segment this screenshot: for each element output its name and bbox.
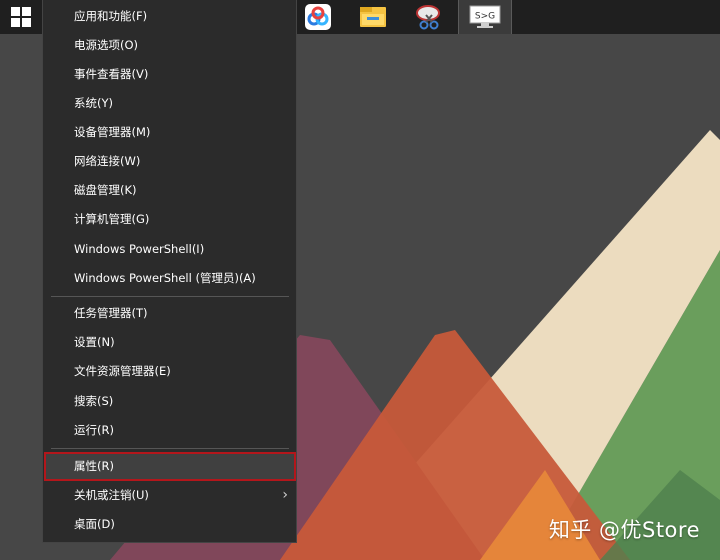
baidu-netdisk-icon bbox=[305, 4, 331, 30]
menu-item-run[interactable]: 运行(R) bbox=[44, 416, 296, 445]
taskbar-app-monitor-switch[interactable]: S>G bbox=[458, 0, 512, 34]
menu-item-device-manager[interactable]: 设备管理器(M) bbox=[44, 118, 296, 147]
snipping-tool-icon bbox=[416, 5, 440, 30]
file-explorer-icon bbox=[360, 7, 386, 27]
menu-item-shutdown-signout[interactable]: 关机或注销(U) › bbox=[44, 481, 296, 510]
watermark-text: 知乎 @优Store bbox=[548, 518, 700, 542]
start-button[interactable] bbox=[0, 0, 42, 34]
menu-item-desktop[interactable]: 桌面(D) bbox=[44, 510, 296, 539]
menu-item-computer-management[interactable]: 计算机管理(G) bbox=[44, 205, 296, 234]
menu-separator bbox=[51, 448, 289, 449]
menu-item-apps-and-features[interactable]: 应用和功能(F) bbox=[44, 2, 296, 31]
monitor-switch-icon: S>G bbox=[469, 5, 501, 28]
menu-item-search[interactable]: 搜索(S) bbox=[44, 387, 296, 416]
menu-item-properties[interactable]: 属性(R) bbox=[44, 452, 296, 481]
windows-logo-icon bbox=[11, 7, 31, 27]
menu-item-power-options[interactable]: 电源选项(O) bbox=[44, 31, 296, 60]
taskbar-app-snipping-tool[interactable] bbox=[403, 0, 455, 34]
menu-item-powershell[interactable]: Windows PowerShell(I) bbox=[44, 235, 296, 264]
menu-item-file-explorer[interactable]: 文件资源管理器(E) bbox=[44, 357, 296, 386]
menu-item-shutdown-label: 关机或注销(U) bbox=[74, 488, 149, 502]
taskbar-app-baidu-netdisk[interactable] bbox=[292, 0, 344, 34]
menu-item-network-connections[interactable]: 网络连接(W) bbox=[44, 147, 296, 176]
menu-item-event-viewer[interactable]: 事件查看器(V) bbox=[44, 60, 296, 89]
chevron-right-icon: › bbox=[282, 487, 288, 503]
menu-item-disk-management[interactable]: 磁盘管理(K) bbox=[44, 176, 296, 205]
taskbar-app-file-explorer[interactable] bbox=[347, 0, 399, 34]
quick-link-menu: 应用和功能(F) 电源选项(O) 事件查看器(V) 系统(Y) 设备管理器(M)… bbox=[42, 0, 297, 543]
menu-item-system[interactable]: 系统(Y) bbox=[44, 89, 296, 118]
monitor-switch-label: S>G bbox=[475, 12, 495, 22]
menu-item-settings[interactable]: 设置(N) bbox=[44, 328, 296, 357]
menu-separator bbox=[51, 296, 289, 297]
menu-item-powershell-admin[interactable]: Windows PowerShell (管理员)(A) bbox=[44, 264, 296, 293]
menu-item-task-manager[interactable]: 任务管理器(T) bbox=[44, 299, 296, 328]
